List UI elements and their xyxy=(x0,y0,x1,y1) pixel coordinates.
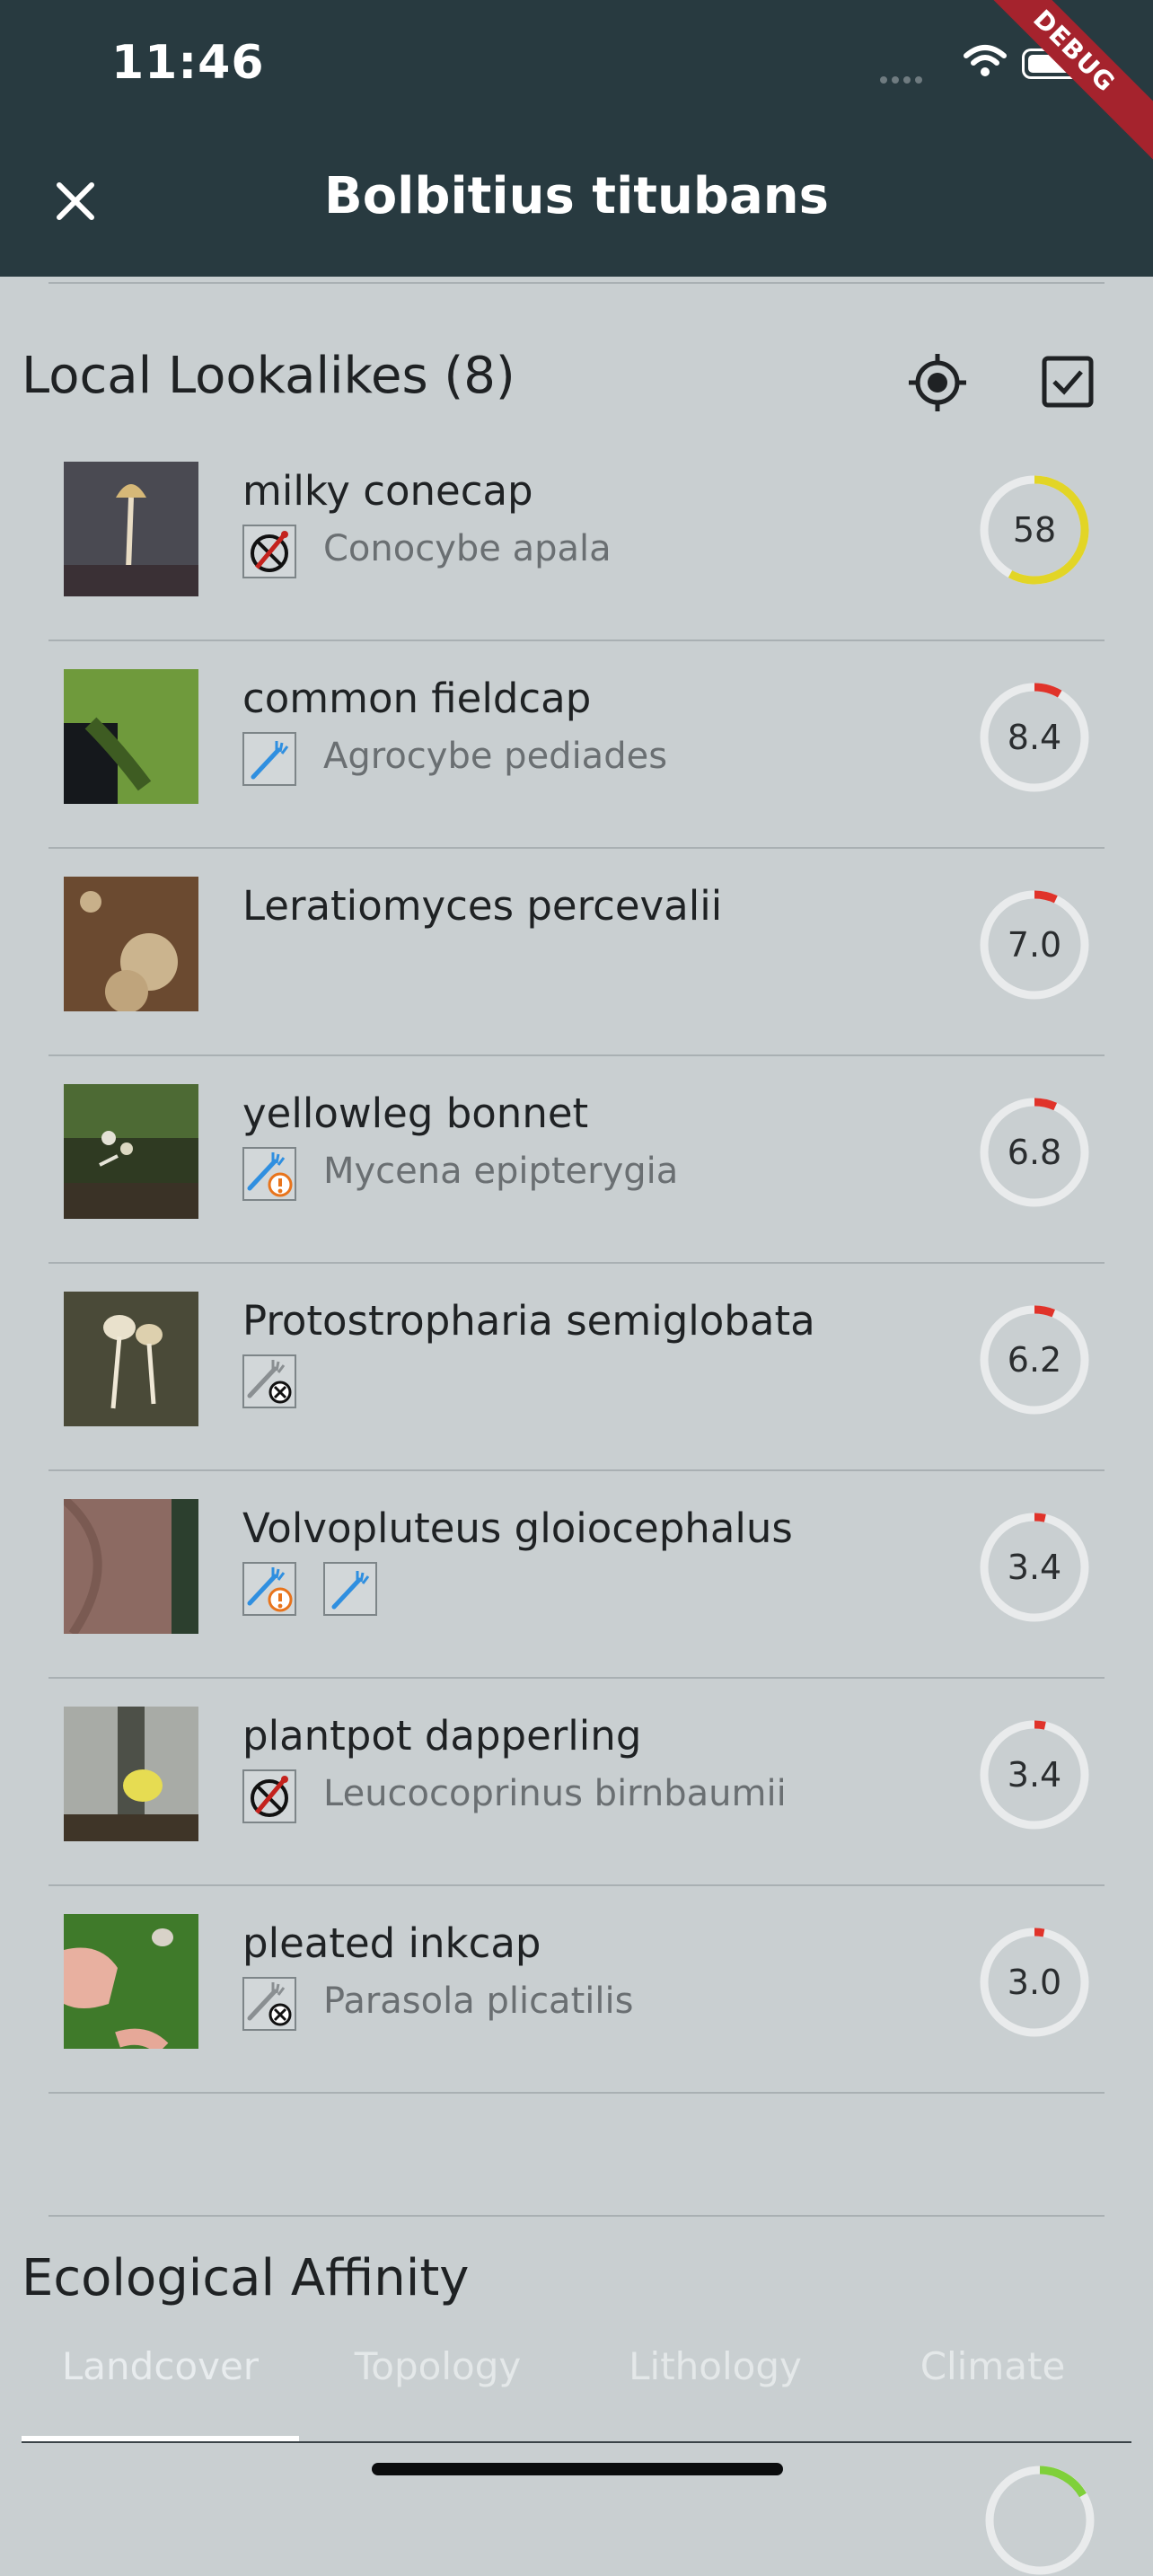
similarity-score-ring: 3.4 xyxy=(979,1719,1090,1831)
similarity-score-label: 8.4 xyxy=(1007,718,1062,757)
similarity-score-ring: 7.0 xyxy=(979,889,1090,1001)
wifi-icon xyxy=(964,45,1007,76)
thumbnail-image xyxy=(64,877,198,1011)
divider xyxy=(48,640,1105,641)
thumbnail-image xyxy=(64,1292,198,1426)
tab-landcover[interactable]: Landcover xyxy=(22,2344,299,2388)
lookalike-row[interactable]: yellowleg bonnet Mycena epipterygia 6.8 xyxy=(48,1057,1105,1264)
tab-climate[interactable]: Climate xyxy=(854,2344,1131,2388)
edible-icon xyxy=(242,732,296,786)
common-name: pleated inkcap xyxy=(242,1919,541,1967)
common-name: Protostropharia semiglobata xyxy=(242,1297,815,1345)
common-name: Volvopluteus gloiocephalus xyxy=(242,1504,793,1552)
lookalike-row[interactable]: Protostropharia semiglobata 6.2 xyxy=(48,1265,1105,1471)
ecology-heading: Ecological Affinity xyxy=(22,2249,470,2307)
similarity-score-label: 6.8 xyxy=(1007,1133,1062,1172)
poisonous-icon xyxy=(242,525,296,578)
poisonous-icon xyxy=(242,1769,296,1823)
lookalikes-heading: Local Lookalikes (8) xyxy=(22,347,515,405)
edible-caution-icon xyxy=(242,1562,296,1616)
edible-caution-icon xyxy=(242,1147,296,1201)
thumbnail-image xyxy=(64,1707,198,1841)
inedible-icon xyxy=(242,1977,296,2031)
edible-icon xyxy=(323,1562,377,1616)
similarity-score-ring: 6.2 xyxy=(979,1304,1090,1416)
similarity-score-label: 3.4 xyxy=(1007,1548,1062,1587)
lookalike-row[interactable]: pleated inkcap Parasola plicatilis 3.0 xyxy=(48,1887,1105,2094)
divider xyxy=(48,1262,1105,1264)
tab-bar-divider xyxy=(22,2441,1131,2443)
divider xyxy=(48,1884,1105,1886)
thumbnail-image xyxy=(64,1914,198,2049)
similarity-score-ring: 6.8 xyxy=(979,1097,1090,1208)
page-title: Bolbitius titubans xyxy=(324,167,829,225)
scientific-name: Parasola plicatilis xyxy=(323,1981,634,2022)
divider xyxy=(48,1054,1105,1056)
divider xyxy=(48,2215,1105,2217)
lookalike-row[interactable]: common fieldcap Agrocybe pediades 8.4 xyxy=(48,642,1105,849)
similarity-score-label: 3.0 xyxy=(1007,1963,1062,2002)
my-location-icon[interactable] xyxy=(907,352,968,413)
app-bar: 11:46 DEBUG Bolbitius titubans xyxy=(0,0,1153,277)
thumbnail-image xyxy=(64,1499,198,1634)
cellular-signal-icon xyxy=(880,70,927,87)
tab-lithology[interactable]: Lithology xyxy=(576,2344,854,2388)
tab-topology[interactable]: Topology xyxy=(299,2344,576,2388)
debug-banner: DEBUG xyxy=(964,0,1153,162)
divider xyxy=(48,282,1105,284)
common-name: yellowleg bonnet xyxy=(242,1090,589,1137)
thumbnail-image xyxy=(64,669,198,804)
divider xyxy=(48,847,1105,849)
lookalike-row[interactable]: Leratiomyces percevalii 7.0 xyxy=(48,850,1105,1056)
lookalike-row[interactable]: plantpot dapperling Leucocoprinus birnbau… xyxy=(48,1680,1105,1886)
similarity-score-ring: 58 xyxy=(979,474,1090,586)
common-name: Leratiomyces percevalii xyxy=(242,882,723,930)
checkbox-icon[interactable] xyxy=(1040,354,1096,410)
similarity-score-label: 3.4 xyxy=(1007,1755,1062,1795)
similarity-score-ring: 3.4 xyxy=(979,1512,1090,1623)
similarity-score-ring: 8.4 xyxy=(979,682,1090,793)
scientific-name: Mycena epipterygia xyxy=(323,1151,679,1192)
thumbnail-image xyxy=(64,1084,198,1219)
scientific-name: Agrocybe pediades xyxy=(323,736,668,777)
divider xyxy=(48,1469,1105,1471)
scientific-name: Leucocoprinus birnbaumii xyxy=(323,1773,787,1814)
divider xyxy=(48,1677,1105,1679)
scientific-name: Conocybe apala xyxy=(323,528,612,569)
lookalike-row[interactable]: Volvopluteus gloiocephalus 3.4 xyxy=(48,1472,1105,1679)
divider xyxy=(48,2092,1105,2094)
status-time: 11:46 xyxy=(111,36,265,90)
common-name: milky conecap xyxy=(242,467,533,515)
thumbnail-image xyxy=(64,462,198,596)
score-ring-partial xyxy=(985,2466,1095,2575)
home-indicator xyxy=(372,2463,783,2475)
lookalike-row[interactable]: milky conecap Conocybe apala 58 xyxy=(48,435,1105,641)
similarity-score-ring: 3.0 xyxy=(979,1927,1090,2038)
ecology-tabs: Landcover Topology Lithology Climate xyxy=(22,2344,1131,2443)
similarity-score-label: 6.2 xyxy=(1007,1340,1062,1380)
common-name: plantpot dapperling xyxy=(242,1712,642,1760)
similarity-score-label: 58 xyxy=(1012,510,1057,550)
inedible-icon xyxy=(242,1354,296,1408)
similarity-score-label: 7.0 xyxy=(1007,925,1062,965)
common-name: common fieldcap xyxy=(242,675,592,722)
